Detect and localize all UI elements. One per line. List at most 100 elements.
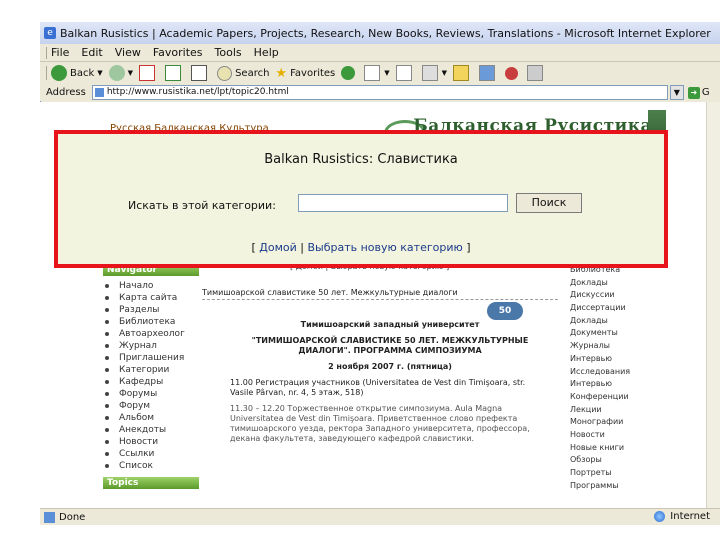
search-submit-button[interactable]: Поиск bbox=[516, 193, 582, 213]
right-list-item[interactable]: Новые книги bbox=[570, 442, 650, 455]
right-list-item[interactable]: Журналы bbox=[570, 340, 650, 353]
title-bar: e Balkan Rusistics | Academic Papers, Pr… bbox=[40, 22, 720, 44]
stop-button[interactable] bbox=[139, 65, 159, 81]
right-list-item[interactable]: Лекции bbox=[570, 404, 650, 417]
search-label: Искать в этой категории: bbox=[128, 199, 276, 212]
nav-item[interactable]: Карта сайта bbox=[103, 292, 195, 304]
menu-tools[interactable]: Tools bbox=[215, 46, 242, 59]
forward-dropdown-icon[interactable]: ▼ bbox=[128, 69, 133, 77]
nav-item[interactable]: Автоархеолог bbox=[103, 328, 195, 340]
nav-item-label: Разделы bbox=[119, 305, 160, 315]
print-button[interactable] bbox=[395, 65, 416, 81]
nav-item[interactable]: Разделы bbox=[103, 304, 195, 316]
nav-item-label: Автоархеолог bbox=[119, 329, 185, 339]
tools-button[interactable] bbox=[527, 65, 547, 81]
right-list-item[interactable]: Монографии bbox=[570, 416, 650, 429]
right-list-item[interactable]: Дискуссии bbox=[570, 289, 650, 302]
menu-help[interactable]: Help bbox=[254, 46, 279, 59]
links-separator: | bbox=[300, 241, 304, 254]
bullet-icon bbox=[105, 416, 109, 420]
right-list-item[interactable]: Диссертации bbox=[570, 302, 650, 315]
messenger-button[interactable] bbox=[479, 65, 499, 81]
print-icon bbox=[395, 65, 412, 81]
nav-item-label: Анекдоты bbox=[119, 425, 167, 435]
go-arrow-icon[interactable]: ➜ bbox=[687, 86, 700, 99]
forward-arrow-icon bbox=[108, 65, 125, 81]
right-list-item[interactable]: Новости bbox=[570, 429, 650, 442]
bullet-icon bbox=[105, 320, 109, 324]
home-link[interactable]: Домой bbox=[259, 241, 297, 254]
globe-icon bbox=[654, 511, 666, 522]
anniversary-badge: 50 bbox=[487, 302, 523, 320]
nav-item[interactable]: Новости bbox=[103, 436, 195, 448]
nav-item-label: Список bbox=[119, 461, 153, 471]
article-heading[interactable]: Тимишоарской славистике 50 лет. Межкульт… bbox=[202, 287, 558, 300]
menu-view[interactable]: View bbox=[115, 46, 141, 59]
messenger-icon bbox=[479, 65, 496, 81]
go-button-label[interactable]: G bbox=[702, 87, 710, 98]
nav-item[interactable]: Журнал bbox=[103, 340, 195, 352]
nav-item[interactable]: Приглашения bbox=[103, 352, 195, 364]
nav-item[interactable]: Альбом bbox=[103, 412, 195, 424]
menu-bar: File Edit View Favorites Tools Help bbox=[40, 44, 720, 62]
address-input[interactable]: http://www.rusistika.net/lpt/topic20.htm… bbox=[91, 85, 668, 100]
history-button[interactable] bbox=[341, 66, 358, 80]
nav-item[interactable]: Форум bbox=[103, 400, 195, 412]
page-scrollbar[interactable] bbox=[706, 102, 720, 508]
right-list-item[interactable]: Портреты bbox=[570, 467, 650, 480]
dialog-links: [ Домой | Выбрать новую категорию ] bbox=[58, 241, 664, 254]
category-search-input[interactable] bbox=[298, 194, 508, 212]
mail-dropdown-icon[interactable]: ▼ bbox=[384, 69, 389, 77]
bullet-icon bbox=[105, 296, 109, 300]
nav-item[interactable]: Ссылки bbox=[103, 448, 195, 460]
nav-item-label: Форум bbox=[119, 401, 151, 411]
right-list-item[interactable]: Интервью bbox=[570, 378, 650, 391]
choose-category-link[interactable]: Выбрать новую категорию bbox=[307, 241, 462, 254]
nav-item[interactable]: Список bbox=[103, 460, 195, 472]
right-list-item[interactable]: Исследования bbox=[570, 366, 650, 379]
address-url: http://www.rusistika.net/lpt/topic20.htm… bbox=[106, 87, 289, 97]
status-text: Done bbox=[59, 511, 86, 523]
nav-item[interactable]: Библиотека bbox=[103, 316, 195, 328]
refresh-button[interactable] bbox=[165, 65, 185, 81]
favorites-button[interactable]: ★ Favorites bbox=[275, 66, 335, 81]
folder-icon bbox=[453, 65, 470, 81]
nav-item[interactable]: Форумы bbox=[103, 388, 195, 400]
category-search-dialog: Balkan Rusistics: Славистика Искать в эт… bbox=[54, 130, 668, 268]
right-list-item[interactable]: Конференции bbox=[570, 391, 650, 404]
right-list-item[interactable]: Документы bbox=[570, 327, 650, 340]
nav-item[interactable]: Кафедры bbox=[103, 376, 195, 388]
nav-item[interactable]: Анекдоты bbox=[103, 424, 195, 436]
home-button[interactable] bbox=[191, 65, 211, 81]
links-open-bracket: [ bbox=[251, 241, 256, 254]
menu-file[interactable]: File bbox=[51, 46, 69, 59]
edit-dropdown-icon[interactable]: ▼ bbox=[442, 69, 447, 77]
menu-favorites[interactable]: Favorites bbox=[153, 46, 203, 59]
bullet-icon bbox=[105, 356, 109, 360]
mail-button[interactable]: ▼ bbox=[364, 65, 390, 81]
edit-button[interactable]: ▼ bbox=[421, 65, 447, 81]
nav-item-label: Ссылки bbox=[119, 449, 155, 459]
search-button[interactable]: Search bbox=[217, 65, 269, 81]
right-list-item[interactable]: Доклады bbox=[570, 315, 650, 328]
back-dropdown-icon[interactable]: ▼ bbox=[97, 69, 102, 77]
bullet-icon bbox=[105, 380, 109, 384]
address-dropdown-icon[interactable]: ▼ bbox=[669, 85, 684, 100]
forward-button[interactable]: ▼ bbox=[108, 65, 133, 81]
back-button[interactable]: Back ▼ bbox=[51, 65, 103, 81]
folder-button[interactable] bbox=[453, 65, 473, 81]
toolbar: Back ▼ ▼ Search ★ Favorites ▼ ▼ bbox=[40, 62, 720, 85]
right-list-item[interactable]: Программы bbox=[570, 480, 650, 493]
bullet-icon bbox=[105, 440, 109, 444]
right-list-item[interactable]: Доклады bbox=[570, 277, 650, 290]
zone-text: Internet bbox=[670, 511, 710, 522]
right-list-item[interactable]: Интервью bbox=[570, 353, 650, 366]
nav-item[interactable]: Категории bbox=[103, 364, 195, 376]
nav-item[interactable]: Начало bbox=[103, 280, 195, 292]
menu-edit[interactable]: Edit bbox=[81, 46, 102, 59]
right-list-item[interactable]: Обзоры bbox=[570, 454, 650, 467]
bullet-icon bbox=[105, 308, 109, 312]
research-icon bbox=[505, 66, 519, 80]
links-close-bracket: ] bbox=[466, 241, 471, 254]
research-button[interactable] bbox=[505, 66, 521, 80]
